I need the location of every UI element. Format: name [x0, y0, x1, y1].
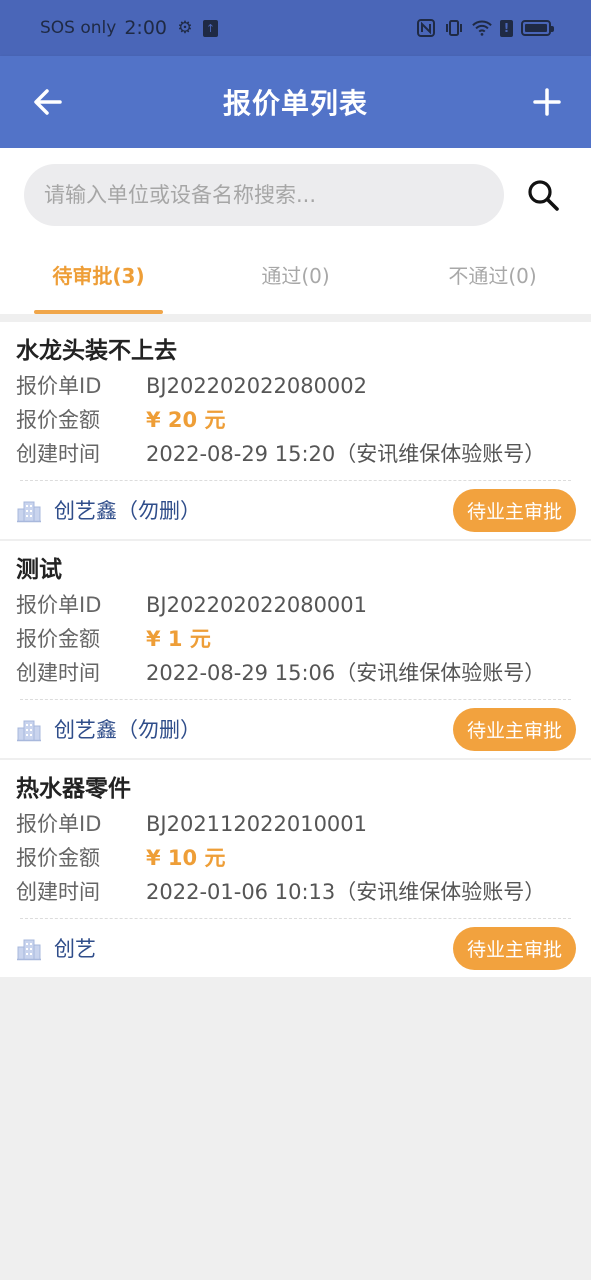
status-bar: SOS only 2:00 ⚙ ↑ !: [0, 0, 591, 56]
quote-id-value: BJ202202022080002: [146, 374, 368, 398]
company-name: 创艺: [54, 937, 96, 961]
building-icon: [17, 501, 41, 523]
status-left: SOS only 2:00 ⚙ ↑: [40, 17, 218, 39]
back-button[interactable]: [28, 82, 68, 122]
carrier-text: SOS only: [40, 18, 117, 38]
company-info: 创艺鑫（勿删）: [16, 495, 201, 525]
settings-gear-icon: ⚙: [177, 18, 193, 38]
search-section: 待审批(3) 通过(0) 不通过(0): [0, 148, 591, 314]
app-bar: 报价单列表: [0, 56, 591, 148]
upload-icon: ↑: [203, 19, 218, 37]
quote-footer: 创艺鑫（勿删） 待业主审批: [16, 700, 576, 758]
quote-card[interactable]: 热水器零件 报价单ID BJ202112022010001 报价金额 ¥ 10 …: [0, 760, 591, 977]
quote-amount-label: 报价金额: [16, 846, 100, 870]
tab-pending[interactable]: 待审批(3): [0, 248, 197, 314]
quote-amount-value: ¥ 1 元: [146, 627, 211, 651]
add-quote-button[interactable]: [527, 82, 567, 122]
quote-amount-row: 报价金额 ¥ 20 元: [16, 405, 575, 436]
quote-amount-row: 报价金额 ¥ 10 元: [16, 843, 575, 874]
page-title: 报价单列表: [222, 87, 368, 120]
battery-icon: [521, 20, 554, 36]
tab-bar: 待审批(3) 通过(0) 不通过(0): [0, 248, 591, 314]
quote-card[interactable]: 测试 报价单ID BJ202202022080001 报价金额 ¥ 1 元 创建…: [0, 541, 591, 758]
status-badge: 待业主审批: [452, 707, 576, 751]
quote-amount-label: 报价金额: [16, 627, 100, 651]
search-button[interactable]: [522, 174, 564, 216]
quote-created-value: 2022-01-06 10:13（安讯维保体验账号）: [146, 880, 546, 904]
quote-title: 水龙头装不上去: [16, 338, 177, 364]
alert-icon: !: [500, 19, 513, 37]
quote-amount-row: 报价金额 ¥ 1 元: [16, 624, 575, 655]
company-info: 创艺: [16, 933, 96, 963]
quote-id-label: 报价单ID: [16, 374, 102, 398]
search-input[interactable]: [24, 164, 504, 226]
quote-id-label: 报价单ID: [16, 593, 102, 617]
quote-id-value: BJ202112022010001: [146, 812, 368, 836]
quote-created-label: 创建时间: [16, 661, 100, 685]
quote-title: 测试: [16, 557, 62, 583]
quote-created-label: 创建时间: [16, 442, 100, 466]
quote-amount-value: ¥ 10 元: [146, 846, 226, 870]
status-right: !: [416, 18, 554, 38]
clock-time: 2:00: [124, 17, 167, 39]
quote-title: 热水器零件: [16, 776, 131, 802]
quote-id-row: 报价单ID BJ202112022010001: [16, 809, 575, 840]
quote-footer: 创艺鑫（勿删） 待业主审批: [16, 481, 576, 539]
vibrate-icon: [444, 18, 464, 38]
building-icon: [17, 720, 41, 742]
wifi-icon: [472, 18, 492, 38]
quote-card[interactable]: 水龙头装不上去 报价单ID BJ202202022080002 报价金额 ¥ 2…: [0, 322, 591, 539]
status-badge: 待业主审批: [452, 926, 576, 970]
quote-amount-value: ¥ 20 元: [146, 408, 226, 432]
quote-created-value: 2022-08-29 15:20（安讯维保体验账号）: [146, 442, 546, 466]
quote-created-label: 创建时间: [16, 880, 100, 904]
quote-created-row: 创建时间 2022-01-06 10:13（安讯维保体验账号）: [16, 877, 575, 908]
company-name: 创艺鑫（勿删）: [54, 718, 201, 742]
quote-amount-label: 报价金额: [16, 408, 100, 432]
quote-id-row: 报价单ID BJ202202022080002: [16, 371, 575, 402]
quote-created-value: 2022-08-29 15:06（安讯维保体验账号）: [146, 661, 546, 685]
status-badge: 待业主审批: [452, 488, 576, 532]
quote-created-row: 创建时间 2022-08-29 15:06（安讯维保体验账号）: [16, 658, 575, 689]
search-icon: [528, 180, 559, 211]
company-name: 创艺鑫（勿删）: [54, 499, 201, 523]
tab-approved[interactable]: 通过(0): [197, 248, 394, 314]
plus-icon: [533, 88, 561, 116]
back-arrow-icon: [34, 89, 62, 115]
quote-list: 水龙头装不上去 报价单ID BJ202202022080002 报价金额 ¥ 2…: [0, 322, 591, 979]
company-info: 创艺鑫（勿删）: [16, 714, 201, 744]
tab-rejected[interactable]: 不通过(0): [394, 248, 591, 314]
quote-id-value: BJ202202022080001: [146, 593, 368, 617]
building-icon: [17, 939, 41, 961]
quote-id-row: 报价单ID BJ202202022080001: [16, 590, 575, 621]
quote-id-label: 报价单ID: [16, 812, 102, 836]
nfc-icon: [416, 18, 436, 38]
quote-footer: 创艺 待业主审批: [16, 919, 576, 977]
quote-created-row: 创建时间 2022-08-29 15:20（安讯维保体验账号）: [16, 439, 575, 470]
